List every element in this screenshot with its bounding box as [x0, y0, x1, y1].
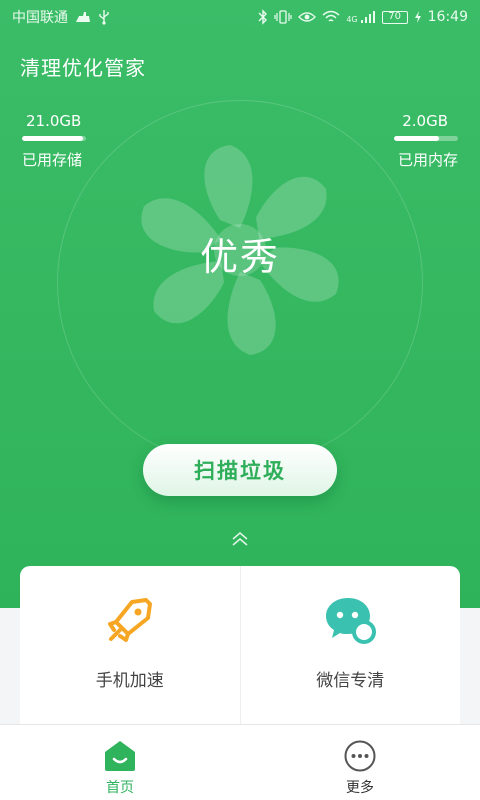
chevron-up-icon[interactable]	[230, 530, 250, 548]
bottom-tab-bar: 首页 更多	[0, 724, 480, 800]
feature-phone-boost[interactable]: 手机加速	[20, 566, 240, 736]
charging-icon	[414, 11, 421, 23]
eye-comfort-icon	[298, 12, 317, 22]
tab-label: 首页	[106, 780, 134, 796]
network-type: 4G	[346, 15, 358, 24]
home-icon	[105, 741, 135, 771]
cleaner-icon	[76, 12, 90, 22]
feature-label: 微信专清	[316, 671, 385, 691]
more-icon	[344, 740, 376, 772]
clock: 16:49	[427, 9, 468, 25]
storage-progress-fill	[22, 136, 83, 141]
storage-label: 已用存储	[22, 151, 83, 169]
hero-panel: 中国联通 4G 70 16:49 清理优化管家 21.0GB 已用存储 2.0G…	[0, 0, 480, 608]
memory-progress-fill	[394, 136, 439, 141]
features-card: 手机加速 微信专清	[20, 566, 460, 736]
feature-label: 手机加速	[95, 671, 164, 691]
memory-label: 已用内存	[397, 151, 458, 169]
usb-icon	[99, 10, 109, 25]
storage-stat: 21.0GB 已用存储	[22, 112, 86, 170]
memory-progress-bar	[394, 136, 458, 141]
storage-value: 21.0GB	[26, 112, 82, 130]
tab-home[interactable]: 首页	[0, 725, 240, 800]
carrier-name: 中国联通	[12, 10, 68, 26]
status-bar: 中国联通 4G 70 16:49	[0, 0, 480, 34]
signal-icon	[360, 11, 375, 23]
memory-stat: 2.0GB 已用内存	[394, 112, 458, 170]
bluetooth-icon	[258, 9, 268, 25]
health-status: 优秀	[199, 235, 280, 279]
battery-icon: 70	[381, 10, 408, 24]
scan-junk-button[interactable]: 扫描垃圾	[143, 444, 337, 496]
vibrate-icon	[274, 10, 292, 24]
feature-wechat-clean[interactable]: 微信专清	[239, 566, 461, 736]
memory-value: 2.0GB	[402, 112, 448, 130]
app-title: 清理优化管家	[20, 56, 146, 80]
tab-label: 更多	[346, 780, 374, 796]
tab-more[interactable]: 更多	[240, 725, 480, 800]
wechat-icon	[326, 598, 377, 644]
wifi-icon	[322, 10, 340, 22]
rocket-icon	[107, 598, 152, 642]
storage-progress-bar	[22, 136, 86, 141]
